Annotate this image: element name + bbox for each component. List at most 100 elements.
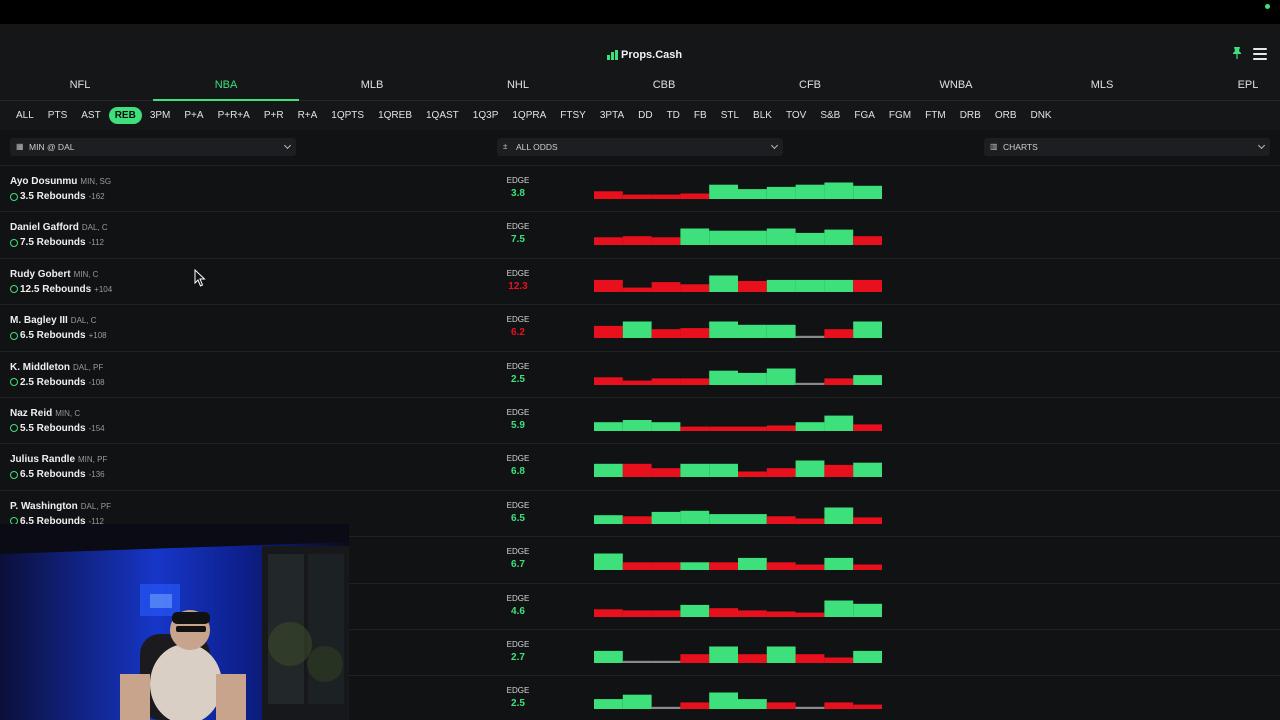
prop-line: 6.5 Rebounds -136 bbox=[10, 469, 105, 480]
market-chip[interactable]: 1Q3P bbox=[467, 107, 505, 124]
chevron-down-icon bbox=[283, 141, 292, 150]
filter-bar: ▦ MIN @ DAL ± ALL ODDS ▥ CHARTS bbox=[0, 133, 1280, 161]
prop-row[interactable]: M. Bagley III DAL, C 6.5 Rebounds +108 EDGE 6… bbox=[0, 304, 1280, 351]
history-bar-push bbox=[622, 660, 652, 663]
prop-line: 6.5 Rebounds +108 bbox=[10, 330, 107, 341]
history-chart bbox=[594, 398, 884, 444]
line-value: 5.5 Rebounds bbox=[20, 422, 86, 434]
player-name-text: Julius Randle bbox=[10, 454, 76, 466]
market-chip[interactable]: DD bbox=[632, 107, 658, 124]
market-chip[interactable]: FB bbox=[688, 107, 713, 124]
tab-wnba[interactable]: WNBA bbox=[883, 71, 1029, 101]
market-chip[interactable]: FTM bbox=[919, 107, 952, 124]
edge-cell: EDGE 6.7 bbox=[496, 547, 540, 570]
market-chip[interactable]: 1QPRA bbox=[506, 107, 552, 124]
history-bar-miss bbox=[680, 702, 710, 710]
market-chip[interactable]: PTS bbox=[42, 107, 73, 124]
market-chip[interactable]: 1QPTS bbox=[325, 107, 370, 124]
view-select-value: CHARTS bbox=[1003, 142, 1038, 152]
tab-nba[interactable]: NBA bbox=[153, 71, 299, 101]
market-chip[interactable]: TD bbox=[661, 107, 686, 124]
over-circle-icon bbox=[10, 238, 18, 247]
market-chip[interactable]: P+R bbox=[258, 107, 290, 124]
market-chip[interactable]: FGA bbox=[848, 107, 881, 124]
history-bar-miss bbox=[622, 194, 652, 199]
market-chip[interactable]: REB bbox=[108, 107, 142, 124]
view-select[interactable]: ▥ CHARTS bbox=[984, 138, 1270, 156]
tab-nhl[interactable]: NHL bbox=[445, 71, 591, 101]
history-bar-miss bbox=[853, 564, 882, 571]
market-chip[interactable]: R+A bbox=[292, 107, 324, 124]
market-chip[interactable]: 1QAST bbox=[420, 107, 465, 124]
history-bar-hit bbox=[853, 603, 882, 617]
mouse-cursor-icon bbox=[194, 269, 206, 287]
edge-label: EDGE bbox=[506, 454, 530, 464]
history-bar-miss bbox=[709, 426, 738, 431]
history-bar-miss bbox=[622, 380, 652, 385]
edge-cell: EDGE 2.7 bbox=[496, 640, 540, 663]
player-name-text: Ayo Dosunmu bbox=[10, 176, 78, 187]
history-bar-miss bbox=[824, 465, 854, 478]
history-bar-hit bbox=[622, 694, 652, 710]
prop-row[interactable]: Rudy Gobert MIN, C 12.5 Rebounds +104 EDGE 12… bbox=[0, 257, 1280, 305]
history-bar-miss bbox=[651, 281, 681, 292]
top-strip bbox=[0, 0, 1280, 24]
market-chip[interactable]: 1QREB bbox=[372, 107, 418, 124]
pin-icon[interactable] bbox=[1231, 46, 1243, 60]
market-chip[interactable]: P+A bbox=[178, 107, 209, 124]
tab-nfl[interactable]: NFL bbox=[7, 71, 153, 101]
over-circle-icon bbox=[10, 285, 18, 294]
history-bar-hit bbox=[824, 507, 854, 524]
history-bar-miss bbox=[766, 516, 796, 524]
market-chip[interactable]: S&B bbox=[814, 107, 846, 124]
app-header: Props.Cash bbox=[0, 24, 1280, 71]
brand-logo[interactable]: Props.Cash bbox=[607, 49, 682, 61]
edge-cell: EDGE 12.3 bbox=[496, 269, 540, 292]
market-chip[interactable]: FTSY bbox=[554, 107, 592, 124]
market-chip[interactable]: 3PTA bbox=[594, 107, 630, 124]
history-bar-hit bbox=[709, 184, 738, 199]
edge-label: EDGE bbox=[506, 547, 530, 557]
history-bar-hit bbox=[824, 600, 854, 617]
market-chip[interactable]: DNK bbox=[1024, 107, 1057, 124]
market-chip[interactable]: DRB bbox=[954, 107, 987, 124]
market-chip[interactable]: TOV bbox=[780, 107, 812, 124]
tab-cfb[interactable]: CFB bbox=[737, 71, 883, 101]
prop-row[interactable]: Julius Randle MIN, PF 6.5 Rebounds -136 EDGE… bbox=[0, 443, 1280, 490]
market-chip[interactable]: P+R+A bbox=[212, 107, 256, 124]
prop-row[interactable]: K. Middleton DAL, PF 2.5 Rebounds -108 EDGE 2… bbox=[0, 350, 1280, 398]
market-chip[interactable]: AST bbox=[75, 107, 106, 124]
tab-cbb[interactable]: CBB bbox=[591, 71, 737, 101]
edge-label: EDGE bbox=[506, 639, 530, 649]
prop-row[interactable]: Daniel Gafford DAL, C 7.5 Rebounds -112 EDGE… bbox=[0, 211, 1280, 258]
history-bar-miss bbox=[594, 237, 623, 246]
history-bar-hit bbox=[766, 186, 796, 199]
history-bar-miss bbox=[651, 194, 681, 199]
prop-row[interactable]: Naz Reid MIN, C 5.5 Rebounds -154 EDGE 5.9 bbox=[0, 396, 1280, 444]
tab-mlb[interactable]: MLB bbox=[299, 71, 445, 101]
history-bar-miss bbox=[766, 562, 796, 571]
history-bar-hit bbox=[709, 370, 738, 385]
history-bar-miss bbox=[622, 516, 652, 524]
odds-select[interactable]: ± ALL ODDS bbox=[497, 138, 783, 156]
market-chip[interactable]: BLK bbox=[747, 107, 778, 124]
odds-value: +104 bbox=[94, 284, 113, 294]
player-name: Rudy Gobert MIN, C bbox=[10, 269, 98, 280]
market-chip[interactable]: ORB bbox=[989, 107, 1023, 124]
history-chart bbox=[594, 352, 884, 398]
hamburger-menu-icon[interactable] bbox=[1253, 48, 1267, 60]
history-bar-hit bbox=[709, 231, 738, 246]
prop-row[interactable]: Ayo Dosunmu MIN, SG 3.5 Rebounds -162 EDGE 3.… bbox=[0, 165, 1280, 212]
status-dot bbox=[1265, 4, 1270, 9]
tab-mls[interactable]: MLS bbox=[1029, 71, 1175, 101]
tab-epl[interactable]: EPL bbox=[1175, 71, 1280, 101]
market-chip[interactable]: 3PM bbox=[144, 107, 177, 124]
history-bar-miss bbox=[680, 328, 710, 339]
edge-value: 4.6 bbox=[511, 605, 525, 617]
market-chip[interactable]: STL bbox=[715, 107, 745, 124]
history-chart bbox=[594, 584, 884, 630]
game-select[interactable]: ▦ MIN @ DAL bbox=[10, 138, 296, 156]
market-chip[interactable]: FGM bbox=[883, 107, 917, 124]
market-chip[interactable]: ALL bbox=[10, 107, 40, 124]
line-value: 6.5 Rebounds bbox=[20, 330, 86, 342]
